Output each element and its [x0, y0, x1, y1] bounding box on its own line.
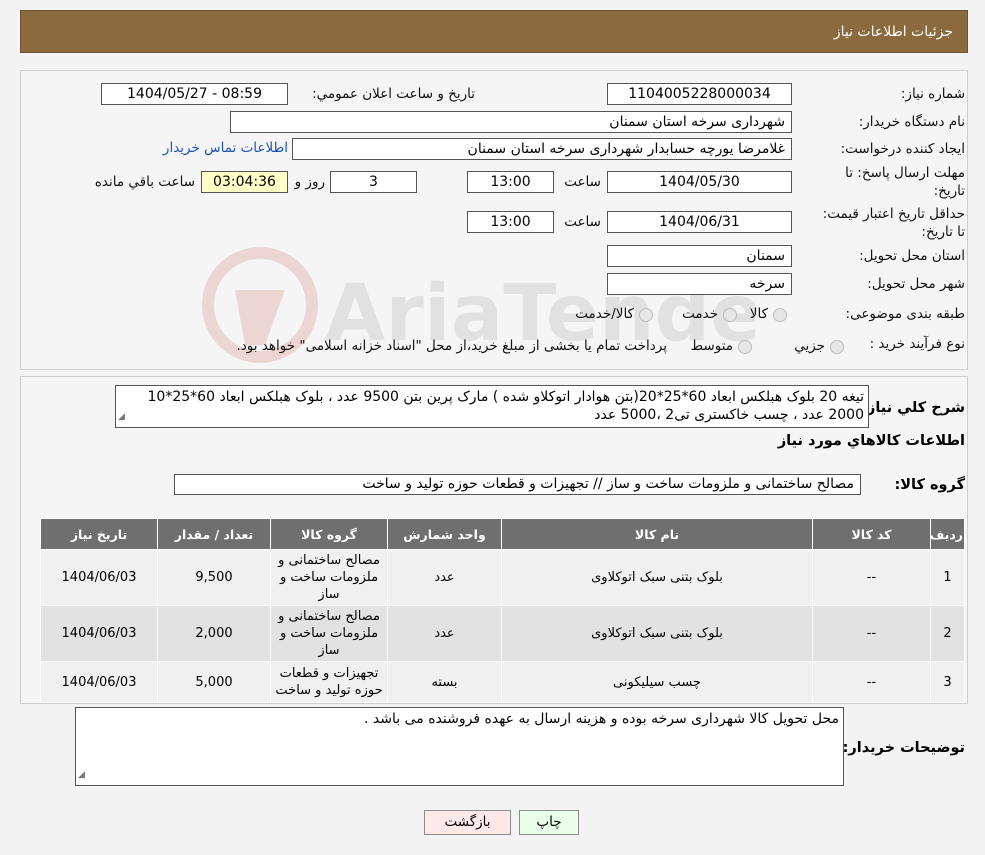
city-field: سرخه [607, 273, 792, 295]
process-minor-radio[interactable] [830, 340, 844, 354]
deadline-time-field: 13:00 [467, 171, 554, 193]
cell-code: -- [812, 605, 931, 662]
cell-name: بلوک بتنی سبک اتوکلاوی [501, 549, 813, 606]
col-header-date: تاریخ نیاز [40, 518, 158, 550]
goods-group-field: مصالح ساختمانی و ملزومات ساخت و ساز // ت… [174, 474, 861, 495]
deadline-label: مهلت ارسال پاسخ: تا تاریخ: [845, 165, 965, 199]
cell-group: مصالح ساختمانی و ملزومات ساخت و ساز [270, 549, 388, 606]
cell-qty: 9,500 [157, 549, 271, 606]
category-service-label: خدمت [682, 306, 718, 322]
deadline-date-field: 1404/05/30 [607, 171, 792, 193]
buyer-org-label: نام دستگاه خریدار: [858, 114, 965, 130]
cell-date: 1404/06/03 [40, 549, 158, 606]
cell-code: -- [812, 661, 931, 703]
page-title: جزئیات اطلاعات نیاز [833, 24, 953, 40]
cell-row: 1 [930, 549, 965, 606]
cell-unit: عدد [387, 605, 502, 662]
print-button[interactable]: چاپ [519, 810, 579, 835]
process-note: پرداخت تمام یا بخشی از مبلغ خرید،از محل … [236, 338, 667, 354]
process-medium-radio[interactable] [738, 340, 752, 354]
deadline-time-label: ساعت [564, 174, 601, 190]
cell-row: 3 [930, 661, 965, 703]
cell-group: مصالح ساختمانی و ملزومات ساخت و ساز [270, 605, 388, 662]
category-goods-label: کالا [749, 306, 768, 322]
category-goods-service-label: کالا/خدمت [575, 306, 634, 322]
page-header: جزئیات اطلاعات نیاز [20, 10, 968, 53]
buyer-org-field: شهرداری سرخه استان سمنان [230, 111, 792, 133]
cell-group: تجهیزات و قطعات حوزه تولید و ساخت [270, 661, 388, 703]
province-label: استان محل تحویل: [859, 248, 965, 264]
creator-field: غلامرضا یورچه حسابدار شهرداری سرخه استان… [292, 138, 792, 160]
resize-grip-icon[interactable]: ◢ [118, 408, 125, 426]
col-header-row: رديف [930, 518, 965, 550]
days-field: 3 [330, 171, 417, 193]
announce-label: تاریخ و ساعت اعلان عمومي: [312, 86, 475, 102]
description-textarea[interactable]: تیغه 20 بلوک هبلکس ابعاد 60*25*20(بتن هو… [115, 385, 869, 428]
table-row: 3 -- چسب سیلیکونی بسته تجهیزات و قطعات ح… [40, 661, 965, 703]
description-label: شرح كلي نياز: [861, 400, 965, 416]
table-row: 2 -- بلوک بتنی سبک اتوکلاوی عدد مصالح سا… [40, 605, 965, 662]
category-goods-radio[interactable] [773, 308, 787, 322]
cell-date: 1404/06/03 [40, 605, 158, 662]
goods-group-label: گروه كالا: [894, 477, 965, 493]
items-table: رديف کد کالا نام کالا واحد شمارش گروه کا… [40, 518, 965, 703]
col-header-qty: تعداد / مقدار [157, 518, 271, 550]
description-text: تیغه 20 بلوک هبلکس ابعاد 60*25*20(بتن هو… [147, 389, 864, 423]
cell-row: 2 [930, 605, 965, 662]
process-minor-label: جزیي [794, 338, 825, 354]
col-header-group: گروه کالا [270, 518, 388, 550]
creator-label: ایجاد کننده درخواست: [840, 141, 965, 157]
process-medium-label: متوسط [690, 338, 733, 354]
cell-unit: عدد [387, 549, 502, 606]
province-field: سمنان [607, 245, 792, 267]
validity-time-label: ساعت [564, 214, 601, 230]
col-header-code: کد کالا [812, 518, 931, 550]
cell-code: -- [812, 549, 931, 606]
remaining-time-field: 03:04:36 [201, 171, 288, 193]
category-goods-service-radio[interactable] [639, 308, 653, 322]
category-service-radio[interactable] [723, 308, 737, 322]
remaining-label: ساعت باقي مانده [94, 174, 195, 190]
cell-name: بلوک بتنی سبک اتوکلاوی [501, 605, 813, 662]
buyer-notes-text: محل تحویل کالا شهرداری سرخه بوده و هزینه… [364, 711, 839, 727]
items-table-wrap: رديف کد کالا نام کالا واحد شمارش گروه کا… [40, 518, 965, 703]
city-label: شهر محل تحویل: [867, 276, 965, 292]
items-section-title: اطلاعات كالاهاي مورد نياز [777, 433, 965, 449]
cell-qty: 5,000 [157, 661, 271, 703]
buyer-contact-link[interactable]: اطلاعات تماس خریدار [163, 140, 288, 156]
need-number-field: 1104005228000034 [607, 83, 792, 105]
col-header-unit: واحد شمارش [387, 518, 502, 550]
process-label: نوع فرآیند خرید : [869, 336, 965, 352]
buyer-notes-label: توضیحات خریدار: [842, 740, 965, 756]
validity-label: حداقل تاریخ اعتبار قیمت: تا تاریخ: [822, 206, 965, 240]
resize-grip-icon[interactable]: ◢ [78, 766, 85, 784]
cell-unit: بسته [387, 661, 502, 703]
buyer-notes-textarea[interactable]: محل تحویل کالا شهرداری سرخه بوده و هزینه… [75, 707, 844, 786]
col-header-name: نام کالا [501, 518, 813, 550]
category-label: طبقه بندی موضوعی: [845, 306, 965, 322]
cell-name: چسب سیلیکونی [501, 661, 813, 703]
table-row: 1 -- بلوک بتنی سبک اتوکلاوی عدد مصالح سا… [40, 549, 965, 606]
back-button[interactable]: بازگشت [424, 810, 511, 835]
table-header-row: رديف کد کالا نام کالا واحد شمارش گروه کا… [40, 518, 965, 550]
need-number-label: شماره نیاز: [900, 86, 965, 102]
days-label: روز و [294, 174, 325, 190]
validity-date-field: 1404/06/31 [607, 211, 792, 233]
validity-time-field: 13:00 [467, 211, 554, 233]
cell-date: 1404/06/03 [40, 661, 158, 703]
cell-qty: 2,000 [157, 605, 271, 662]
announce-field: 1404/05/27 - 08:59 [101, 83, 288, 105]
